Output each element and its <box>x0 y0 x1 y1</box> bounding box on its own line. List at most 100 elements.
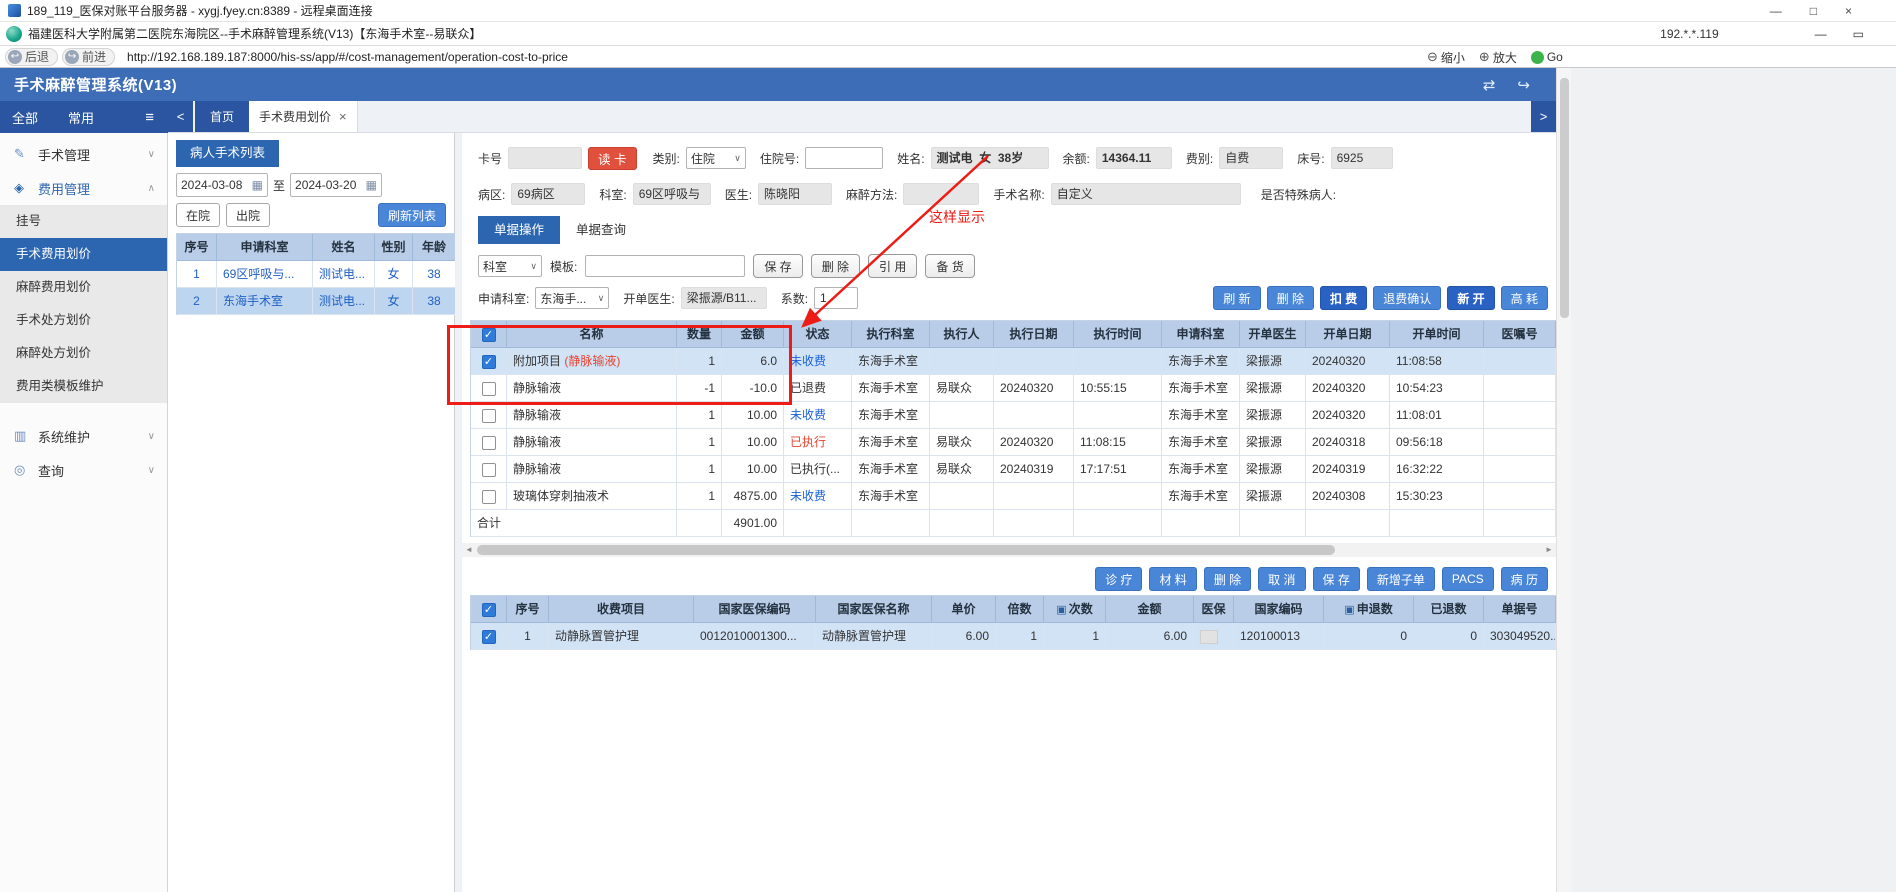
type-select[interactable]: 住院 ∨ <box>685 147 746 169</box>
sidebar-item-operation-prescription[interactable]: 手术处方划价 <box>0 304 167 337</box>
sidebar-group-surgery[interactable]: ✎ 手术管理 ∨ <box>0 137 167 171</box>
sidebar-item-fee-template[interactable]: 费用类模板维护 <box>0 370 167 403</box>
patient-row[interactable]: 1 69区呼吸与... 测试电... 女 38 <box>177 261 455 288</box>
charge-row[interactable]: 静脉输液 1 10.00 未收费 东海手术室 东海手术室 梁振源 20240320 11:08:… <box>471 402 1556 429</box>
calendar-icon[interactable]: ▦ <box>366 178 377 192</box>
date-from-input[interactable]: 2024-03-08 ▦ <box>176 173 268 197</box>
quote-button[interactable]: 引 用 <box>868 254 918 278</box>
save-detail-button[interactable]: 保 存 <box>1312 567 1360 591</box>
charge-cell: 20240320 <box>1306 375 1390 402</box>
calendar-icon[interactable]: ▦ <box>252 178 263 192</box>
read-card-button[interactable]: 读 卡 <box>588 146 637 170</box>
add-sub-order-button[interactable]: 新增子单 <box>1366 567 1435 591</box>
delete-charge-button[interactable]: 删 除 <box>1266 286 1314 310</box>
sidebar-item-anesthesia-prescription[interactable]: 麻醉处方划价 <box>0 337 167 370</box>
high-cost-button[interactable]: 高 耗 <box>1500 286 1548 310</box>
charge-button[interactable]: 扣 费 <box>1319 286 1368 310</box>
menu-icon[interactable]: ≡ <box>145 109 154 126</box>
delete-button[interactable]: 删 除 <box>810 254 861 278</box>
row-checkbox[interactable]: ✓ <box>481 629 496 644</box>
sidebar-tab-common[interactable]: 常用 <box>68 108 94 127</box>
medical-record-button[interactable]: 病 历 <box>1500 567 1548 591</box>
delete-detail-button[interactable]: 删 除 <box>1203 567 1252 591</box>
tab-home[interactable]: 首页 <box>195 101 250 132</box>
pacs-button[interactable]: PACS <box>1441 567 1494 591</box>
factor-input[interactable]: 1 <box>814 287 859 309</box>
patient-list-title[interactable]: 病人手术列表 <box>176 140 280 167</box>
out-hospital-button[interactable]: 出院 <box>226 203 271 227</box>
apply-dept-select[interactable]: 东海手... ∨ <box>535 287 610 309</box>
select-all-checkbox[interactable]: ✓ <box>481 327 496 342</box>
detail-row[interactable]: ✓ 1 动静脉置管护理 0012010001300... 动静脉置管护理 6.00 1 1 6.… <box>471 623 1556 650</box>
vertical-scrollbar[interactable] <box>1556 68 1571 892</box>
charge-row[interactable]: 静脉输液 -1 -10.0 已退费 东海手术室 易联众 20240320 10:55:15 东海… <box>471 375 1556 402</box>
in-hospital-button[interactable]: 在院 <box>176 203 221 227</box>
refresh-button[interactable]: 刷 新 <box>1213 286 1261 310</box>
tab-operation-pricing[interactable]: 手术费用划价 × <box>249 101 358 132</box>
sidebar-item-operation-pricing[interactable]: 手术费用划价 <box>0 238 167 271</box>
empty-cell <box>994 510 1074 537</box>
row-checkbox[interactable]: ✓ <box>481 354 496 369</box>
rdp-app-icon <box>8 4 21 17</box>
tab-close-icon[interactable]: × <box>339 101 347 133</box>
save-button[interactable]: 保 存 <box>753 254 803 278</box>
sidebar-item-anesthesia-pricing[interactable]: 麻醉费用划价 <box>0 271 167 304</box>
template-input[interactable] <box>585 255 746 277</box>
zoom-out-button[interactable]: ⊖ 缩小 <box>1427 49 1465 66</box>
row-checkbox[interactable] <box>481 408 496 423</box>
charge-row[interactable]: 静脉输液 1 10.00 已执行 东海手术室 易联众 20240320 11:08:15 东海手… <box>471 429 1556 456</box>
cancel-button[interactable]: 取 消 <box>1258 567 1306 591</box>
tab-scroll-right[interactable]: > <box>1531 101 1556 132</box>
maximize-icon[interactable]: □ <box>1810 4 1817 18</box>
minimize-icon[interactable]: — <box>1770 4 1782 18</box>
forward-button[interactable]: ↪ 前进 <box>62 47 116 66</box>
diagnosis-button[interactable]: 诊 疗 <box>1095 567 1143 591</box>
chevron-down-icon: ∨ <box>147 430 155 442</box>
stock-button[interactable]: 备 货 <box>925 254 975 278</box>
tab-document-query[interactable]: 单据查询 <box>560 216 642 244</box>
row-checkbox[interactable] <box>481 462 496 477</box>
refund-confirm-button[interactable]: 退费确认 <box>1373 286 1442 310</box>
scrollbar-thumb[interactable] <box>477 545 1335 555</box>
minimize-icon[interactable]: — <box>1815 27 1827 41</box>
material-button[interactable]: 材 料 <box>1149 567 1197 591</box>
row-checkbox[interactable] <box>481 435 496 450</box>
plugin-icon[interactable]: ⇄ <box>1483 76 1496 94</box>
card-field[interactable] <box>508 147 583 169</box>
charge-row[interactable]: ✓ 附加项目 (静脉输液) 1 6.0 未收费 东海手术室 东海手术室 梁振源 20240320… <box>471 348 1556 375</box>
row-checkbox[interactable] <box>481 381 496 396</box>
close-icon[interactable]: × <box>1845 4 1852 18</box>
sidebar-group-fee[interactable]: ◈ 费用管理 ∧ <box>0 171 167 205</box>
scroll-left-icon[interactable]: ◄ <box>462 543 476 557</box>
date-to-input[interactable]: 2024-03-20 ▦ <box>290 173 383 197</box>
detail-cell: 动静脉置管护理 <box>549 623 694 650</box>
new-open-button[interactable]: 新 开 <box>1447 286 1495 310</box>
dept-type-select[interactable]: 科室 ∨ <box>478 255 542 277</box>
select-all-checkbox[interactable]: ✓ <box>481 602 496 617</box>
sidebar-group-system[interactable]: ▥ 系统维护 ∨ <box>0 419 167 453</box>
logout-icon[interactable]: ↪ <box>1517 76 1530 94</box>
scrollbar-thumb[interactable] <box>1560 78 1569 318</box>
sidebar-item-registration[interactable]: 挂号 <box>0 205 167 238</box>
patient-row[interactable]: 2 东海手术室 测试电... 女 38 <box>177 288 455 315</box>
back-button[interactable]: ↩ 后退 <box>5 47 59 66</box>
charge-row[interactable]: 玻璃体穿刺抽液术 1 4875.00 未收费 东海手术室 东海手术室 梁振源 20240308… <box>471 483 1556 510</box>
url-text[interactable]: http://192.168.189.187:8000/his-ss/app/#… <box>127 50 568 64</box>
panel-splitter[interactable] <box>455 133 462 892</box>
tab-document-operate[interactable]: 单据操作 <box>478 216 561 244</box>
go-button[interactable]: Go <box>1530 50 1563 64</box>
sidebar-group-query[interactable]: ◎ 查询 ∨ <box>0 453 167 487</box>
zoom-in-button[interactable]: ⊕ 放大 <box>1479 49 1517 66</box>
amount-cell: 6.0 <box>722 348 784 375</box>
horizontal-scrollbar[interactable]: ◄ ► <box>462 543 1556 557</box>
admission-input[interactable] <box>805 147 884 169</box>
charge-cell <box>994 348 1074 375</box>
restore-icon[interactable]: ▭ <box>1853 27 1864 41</box>
charge-row[interactable]: 静脉输液 1 10.00 已执行(... 东海手术室 易联众 20240319 17:17:5… <box>471 456 1556 483</box>
scroll-right-icon[interactable]: ► <box>1542 543 1556 557</box>
sidebar-tab-all[interactable]: 全部 <box>12 108 38 127</box>
tab-scroll-left[interactable]: < <box>168 101 193 132</box>
refresh-list-button[interactable]: 刷新列表 <box>377 203 446 227</box>
chevron-down-icon: ∨ <box>597 292 605 303</box>
row-checkbox[interactable] <box>481 489 496 504</box>
